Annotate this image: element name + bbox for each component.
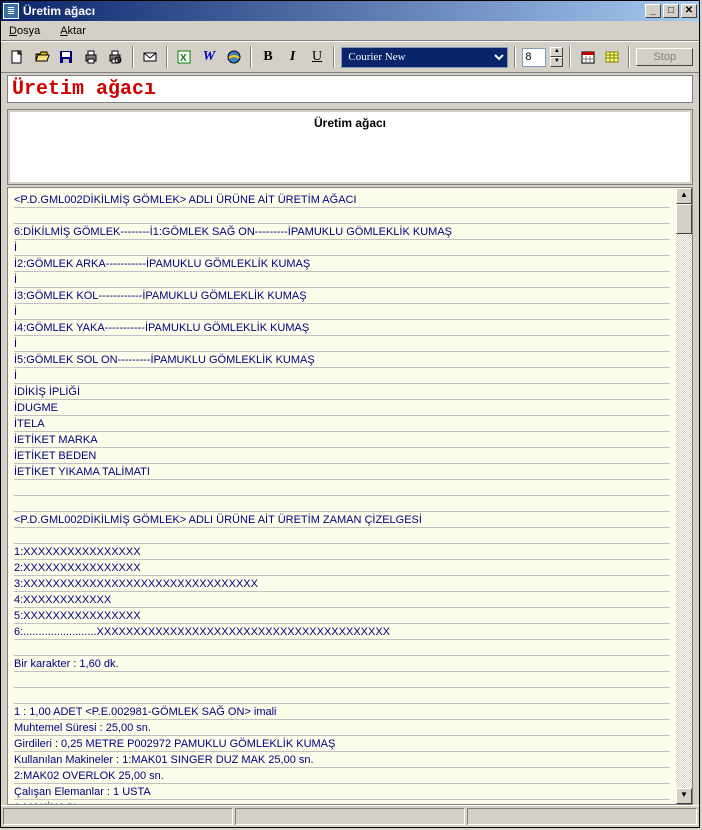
report-line: 2:MAK02 OVERLOK 25,00 sn.: [14, 768, 670, 784]
section-header-wrap: Üretim ağacı: [7, 109, 693, 185]
report-line: Bir karakter : 1,60 dk.: [14, 656, 670, 672]
report-line: İETİKET YIKAMA TALİMATI: [14, 464, 670, 480]
ie-icon[interactable]: [223, 46, 244, 68]
size-down-button[interactable]: ▼: [550, 57, 563, 67]
scroll-track[interactable]: [676, 234, 692, 788]
report-line: 6:DİKİLMİŞ GÖMLEK--------İ1:GÖMLEK SAĞ O…: [14, 224, 670, 240]
report-line: [14, 208, 670, 224]
scroll-thumb[interactable]: [676, 204, 692, 234]
report-line: İDUGME: [14, 400, 670, 416]
print-preview-icon[interactable]: [105, 46, 126, 68]
status-cell-3: [467, 808, 697, 825]
statusbar: [1, 805, 699, 827]
report-line: İETİKET BEDEN: [14, 448, 670, 464]
report-line: İ: [14, 368, 670, 384]
scroll-down-button[interactable]: ▼: [676, 788, 692, 804]
bold-icon[interactable]: B: [258, 46, 279, 68]
report-line: 1:XXXXXXXXXXXXXXXX: [14, 544, 670, 560]
scroll-up-button[interactable]: ▲: [676, 188, 692, 204]
size-up-button[interactable]: ▲: [550, 47, 563, 57]
open-icon[interactable]: [32, 46, 53, 68]
print-icon[interactable]: [81, 46, 102, 68]
section-header: Üretim ağacı: [10, 112, 690, 182]
report-line: Çalışan Elemanlar : 1 USTA: [14, 784, 670, 800]
minimize-button[interactable]: _: [645, 4, 661, 18]
word-icon[interactable]: W: [199, 46, 220, 68]
new-icon[interactable]: [7, 46, 28, 68]
report-body: <P.D.GML002DİKİLMİŞ GÖMLEK> ADLI ÜRÜNE A…: [8, 188, 676, 804]
toolbar: X W B I U Courier New ▲ ▼ Stop: [1, 41, 699, 73]
report-line: [14, 688, 670, 704]
save-icon[interactable]: [56, 46, 77, 68]
report-line: İ: [14, 336, 670, 352]
report-line: 1 : 1,00 ADET <P.E.002981-GÖMLEK SAĞ ON>…: [14, 704, 670, 720]
report-line: İETİKET MARKA: [14, 432, 670, 448]
report-line: 6:........................XXXXXXXXXXXXXX…: [14, 624, 670, 640]
excel-icon[interactable]: X: [174, 46, 195, 68]
report-line: İ3:GÖMLEK KOL------------İPAMUKLU GÖMLEK…: [14, 288, 670, 304]
report-line: Muhtemel Süresi : 25,00 sn.: [14, 720, 670, 736]
svg-text:X: X: [180, 53, 187, 64]
menu-dosya[interactable]: Dosya: [5, 23, 44, 39]
report-line: İ2:GÖMLEK ARKA-----------İPAMUKLU GÖMLEK…: [14, 256, 670, 272]
report-line: İ: [14, 240, 670, 256]
mail-icon[interactable]: [140, 46, 161, 68]
close-button[interactable]: ✕: [681, 4, 697, 18]
font-size-input[interactable]: [522, 48, 546, 67]
report-line: İ: [14, 304, 670, 320]
report-line: 5:XXXXXXXXXXXXXXXX: [14, 608, 670, 624]
report-line: İTELA: [14, 416, 670, 432]
report-line: 3:XXXXXXXXXXXXXXXXXXXXXXXXXXXXXXXX: [14, 576, 670, 592]
report-line: [14, 672, 670, 688]
window-title: Üretim ağacı: [23, 4, 645, 18]
report-line: <P.D.GML002DİKİLMİŞ GÖMLEK> ADLI ÜRÜNE A…: [14, 192, 670, 208]
report-line: Kullanılan Makineler : 1:MAK01 SINGER DU…: [14, 752, 670, 768]
report-line: İ5:GÖMLEK SOL ON---------İPAMUKLU GÖMLEK…: [14, 352, 670, 368]
report-line: 2:XXXXXXXXXXXXXXXX: [14, 560, 670, 576]
report-line: <P.D.GML002DİKİLMİŞ GÖMLEK> ADLI ÜRÜNE A…: [14, 512, 670, 528]
stop-button[interactable]: Stop: [636, 48, 693, 66]
status-cell-1: [3, 808, 233, 825]
main-window: ≣ Üretim ağacı _ □ ✕ Dosya Aktar: [0, 0, 700, 828]
report-line: [14, 528, 670, 544]
report-line: [14, 496, 670, 512]
italic-icon[interactable]: I: [282, 46, 303, 68]
report-line: [14, 480, 670, 496]
report-line: 4:XXXXXXXXXXXX: [14, 592, 670, 608]
report-line: İDİKİŞ İPLİĞİ: [14, 384, 670, 400]
underline-icon[interactable]: U: [307, 46, 328, 68]
report-title: Üretim ağacı: [7, 75, 693, 103]
font-select[interactable]: Courier New: [341, 47, 508, 68]
menu-aktar[interactable]: Aktar: [56, 23, 90, 39]
report-line: 1 MAKİNACI: [14, 800, 670, 804]
report-line: İ4:GÖMLEK YAKA-----------İPAMUKLU GÖMLEK…: [14, 320, 670, 336]
titlebar: ≣ Üretim ağacı _ □ ✕: [1, 1, 699, 21]
report-line: İ: [14, 272, 670, 288]
maximize-button[interactable]: □: [663, 4, 679, 18]
calendar-icon[interactable]: [577, 46, 598, 68]
menubar: Dosya Aktar: [1, 21, 699, 41]
grid-icon[interactable]: [602, 46, 623, 68]
report-line: [14, 640, 670, 656]
vertical-scrollbar[interactable]: ▲ ▼: [676, 188, 692, 804]
content-area: <P.D.GML002DİKİLMİŞ GÖMLEK> ADLI ÜRÜNE A…: [7, 187, 693, 805]
app-icon: ≣: [3, 3, 19, 19]
report-line: Girdileri : 0,25 METRE P002972 PAMUKLU G…: [14, 736, 670, 752]
status-cell-2: [235, 808, 465, 825]
